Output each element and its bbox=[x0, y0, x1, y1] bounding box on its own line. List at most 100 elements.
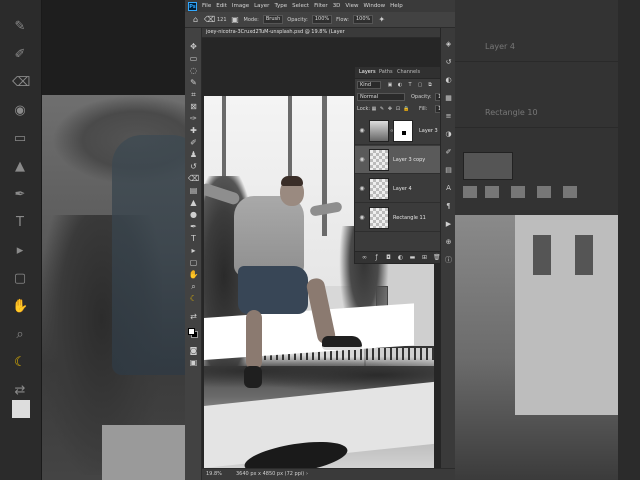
stamp-icon: ◉ bbox=[14, 103, 26, 118]
adjustments-icon[interactable]: ◑ bbox=[444, 130, 453, 139]
lock-artboard-icon[interactable]: ⊡ bbox=[395, 106, 401, 112]
pen-icon: ✒ bbox=[14, 187, 26, 202]
libraries-icon[interactable]: ▤ bbox=[444, 166, 453, 175]
visibility-eye-icon[interactable]: ◉ bbox=[358, 185, 366, 193]
zoom-level[interactable]: 19.8% bbox=[206, 471, 222, 477]
menu-layer[interactable]: Layer bbox=[254, 3, 269, 9]
marquee-tool-icon[interactable]: ▭ bbox=[188, 54, 199, 64]
type-tool-icon[interactable]: T bbox=[188, 234, 199, 244]
hand-tool-icon[interactable]: ✋ bbox=[188, 270, 199, 280]
fx-icon[interactable]: ƒ bbox=[373, 254, 380, 261]
brush-settings-icon[interactable]: ✐ bbox=[444, 148, 453, 157]
screen-mode-icon[interactable]: ▣ bbox=[188, 358, 199, 368]
new-layer-icon[interactable]: ⊞ bbox=[421, 254, 428, 261]
eraser-tool-icon[interactable]: ⌫ bbox=[204, 15, 215, 24]
brush-tool-icon[interactable]: ✐ bbox=[188, 138, 199, 148]
character-icon[interactable]: A bbox=[444, 184, 453, 193]
quick-select-tool-icon[interactable]: ✎ bbox=[188, 78, 199, 88]
glyphs-icon[interactable]: ⊕ bbox=[444, 238, 453, 247]
menu-type[interactable]: Type bbox=[274, 3, 287, 9]
zoom-tool-icon[interactable]: ⌕ bbox=[188, 282, 199, 292]
paragraph-icon[interactable]: ¶ bbox=[444, 202, 453, 211]
history-icon[interactable]: ↺ bbox=[444, 58, 453, 67]
banana-icon[interactable]: ☾ bbox=[188, 294, 199, 304]
menu-select[interactable]: Select bbox=[292, 3, 309, 9]
healing-icon: ✎ bbox=[14, 19, 26, 34]
filter-type-icon[interactable]: T bbox=[407, 82, 413, 88]
tab-paths[interactable]: Paths bbox=[379, 69, 393, 75]
lock-all-icon[interactable]: 🔒 bbox=[403, 106, 409, 112]
delete-layer-icon[interactable]: 🗑 bbox=[433, 254, 441, 261]
menu-window[interactable]: Window bbox=[363, 3, 385, 9]
kind-filter-select[interactable]: Kind bbox=[357, 81, 381, 89]
lock-transparent-icon[interactable]: ▦ bbox=[371, 106, 377, 112]
menu-edit[interactable]: Edit bbox=[216, 3, 227, 9]
visibility-eye-icon[interactable]: ◉ bbox=[358, 156, 366, 164]
group-icon[interactable]: ▬ bbox=[409, 254, 416, 261]
brush-settings-icon[interactable]: ▣ bbox=[231, 15, 240, 24]
swap-colors-icon[interactable]: ⇄ bbox=[188, 312, 199, 322]
tab-channels[interactable]: Channels bbox=[397, 69, 420, 75]
menu-file[interactable]: File bbox=[202, 3, 211, 9]
opacity-label: Opacity: bbox=[411, 94, 432, 100]
crop-tool-icon[interactable]: ⌗ bbox=[188, 90, 199, 100]
document-tab[interactable]: joey-nicotra-3Cruxd2TuM-unsplash.psd @ 1… bbox=[202, 28, 455, 38]
blend-mode-select[interactable]: Normal bbox=[357, 93, 405, 101]
status-arrow-icon[interactable]: › bbox=[306, 471, 308, 477]
layer-mask-thumbnail[interactable] bbox=[393, 120, 413, 142]
frame-tool-icon[interactable]: ⊠ bbox=[188, 102, 199, 112]
menu-view[interactable]: View bbox=[345, 3, 358, 9]
opacity-input[interactable]: 100% bbox=[311, 15, 333, 24]
rectangle-tool-icon[interactable]: ▢ bbox=[188, 258, 199, 268]
menu-help[interactable]: Help bbox=[390, 3, 403, 9]
lock-image-icon[interactable]: ✎ bbox=[379, 106, 385, 112]
lock-position-icon[interactable]: ✥ bbox=[387, 106, 393, 112]
menu-filter[interactable]: Filter bbox=[314, 3, 328, 9]
healing-tool-icon[interactable]: ✚ bbox=[188, 126, 199, 136]
filter-adjustment-icon[interactable]: ◐ bbox=[397, 82, 403, 88]
link-layers-icon[interactable]: ∞ bbox=[361, 254, 368, 261]
info-icon[interactable]: ⓘ bbox=[444, 256, 453, 265]
layer-name: Layer 3 copy bbox=[393, 157, 426, 163]
color-icon[interactable]: ◐ bbox=[444, 76, 453, 85]
brush-size-value[interactable]: 121 bbox=[217, 17, 227, 23]
menu-3d[interactable]: 3D bbox=[333, 3, 341, 9]
visibility-eye-icon[interactable]: ◉ bbox=[358, 127, 366, 135]
path-select-tool-icon[interactable]: ▸ bbox=[188, 246, 199, 256]
airbrush-icon[interactable]: ✦ bbox=[377, 15, 386, 24]
filter-pixel-icon[interactable]: ▣ bbox=[387, 82, 393, 88]
stamp-tool-icon[interactable]: ♟ bbox=[188, 150, 199, 160]
properties-icon[interactable]: ≡ bbox=[444, 112, 453, 121]
flow-label: Flow: bbox=[336, 16, 349, 23]
actions-icon[interactable]: ▶ bbox=[444, 220, 453, 229]
mode-select[interactable]: Brush bbox=[262, 15, 284, 24]
eraser-tool-icon[interactable]: ⌫ bbox=[188, 174, 199, 184]
pen-tool-icon[interactable]: ✒ bbox=[188, 222, 199, 232]
filter-smart-icon[interactable]: ⧉ bbox=[427, 82, 433, 88]
visibility-eye-icon[interactable]: ◉ bbox=[358, 214, 366, 222]
dodge-tool-icon[interactable]: ● bbox=[188, 210, 199, 220]
palm-trunk bbox=[222, 96, 226, 186]
fill-label: Fill: bbox=[419, 106, 428, 112]
eyedropper-tool-icon[interactable]: ✑ bbox=[188, 114, 199, 124]
blur-tool-icon[interactable]: ▲ bbox=[188, 198, 199, 208]
history-brush-tool-icon[interactable]: ↺ bbox=[188, 162, 199, 172]
filter-shape-icon[interactable]: ▢ bbox=[417, 82, 423, 88]
foreground-swatch bbox=[12, 400, 30, 418]
3d-icon[interactable]: ◈ bbox=[444, 40, 453, 49]
type-icon: T bbox=[16, 215, 24, 230]
flow-input[interactable]: 100% bbox=[352, 15, 374, 24]
canvas-area[interactable]: Layers Paths Channels ≡ Kind ▣ ◐ T ▢ ⧉ N… bbox=[202, 38, 455, 468]
menu-image[interactable]: Image bbox=[232, 3, 249, 9]
adjustment-layer-icon[interactable]: ◐ bbox=[397, 254, 404, 261]
home-icon[interactable]: ⌂ bbox=[191, 15, 200, 24]
move-tool-icon[interactable]: ✥ bbox=[188, 42, 199, 52]
tab-layers[interactable]: Layers bbox=[359, 69, 376, 75]
quick-mask-icon[interactable]: ◙ bbox=[188, 346, 199, 356]
swatches-icon[interactable]: ▦ bbox=[444, 94, 453, 103]
lock-label: Lock: bbox=[357, 106, 371, 112]
foreground-color-swatch[interactable] bbox=[188, 328, 195, 335]
gradient-tool-icon[interactable]: ▤ bbox=[188, 186, 199, 196]
add-mask-icon[interactable]: ◘ bbox=[385, 254, 392, 261]
lasso-tool-icon[interactable]: ◌ bbox=[188, 66, 199, 76]
